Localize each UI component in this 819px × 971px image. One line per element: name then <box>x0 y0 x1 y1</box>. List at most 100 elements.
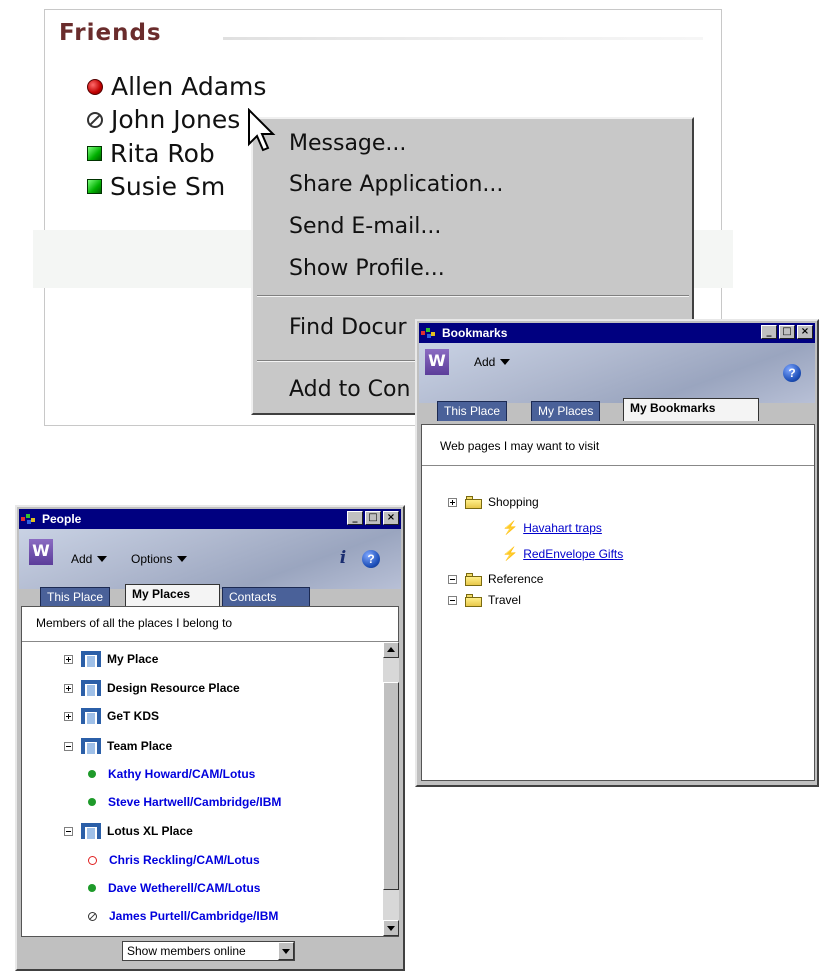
status-online-icon <box>88 884 96 892</box>
place-building-icon <box>81 651 101 667</box>
link-label[interactable]: Havahart traps <box>523 521 602 535</box>
tab-my-places[interactable]: My Places <box>125 584 220 607</box>
expand-icon[interactable] <box>64 683 73 693</box>
status-red-icon <box>87 78 103 95</box>
options-menu-button[interactable]: Options <box>131 552 188 566</box>
expand-icon[interactable] <box>64 654 73 664</box>
options-label: Options <box>131 552 173 566</box>
tree-folder-shopping[interactable]: Shopping <box>448 495 539 509</box>
tree-place-team-place[interactable]: Team Place <box>64 738 172 754</box>
collapse-icon[interactable] <box>448 595 457 605</box>
app-logo-icon <box>421 326 439 340</box>
bookmark-link[interactable]: ⚡ Havahart traps <box>502 520 602 536</box>
scroll-up-button[interactable] <box>383 642 399 658</box>
info-icon[interactable]: i <box>332 548 354 568</box>
expand-icon[interactable] <box>64 711 73 721</box>
friend-item[interactable]: Susie Sm <box>87 172 225 201</box>
friend-name: Rita Rob <box>110 139 215 168</box>
link-label[interactable]: RedEnvelope Gifts <box>523 547 623 561</box>
friend-item[interactable]: John Jones <box>87 105 240 134</box>
place-label: My Place <box>107 652 159 666</box>
collapse-icon[interactable] <box>64 741 73 751</box>
maximize-button[interactable]: □ <box>365 511 381 525</box>
member-name[interactable]: Chris Reckling/CAM/Lotus <box>109 853 260 867</box>
member-item[interactable]: Dave Wetherell/CAM/Lotus <box>88 881 260 895</box>
tab-this-place[interactable]: This Place <box>40 587 111 607</box>
menu-item-send-email[interactable]: Send E-mail... <box>289 214 441 239</box>
expand-icon[interactable] <box>448 497 457 507</box>
minimize-button[interactable]: _ <box>761 325 777 339</box>
menu-item-find-documents[interactable]: Find Docur <box>289 315 407 340</box>
collapse-icon[interactable] <box>448 574 457 584</box>
chevron-down-icon[interactable] <box>278 942 294 960</box>
place-building-icon <box>81 738 101 754</box>
friend-name: Allen Adams <box>111 72 267 101</box>
place-building-icon <box>81 708 101 724</box>
people-description: Members of all the places I belong to <box>36 616 233 630</box>
maximize-button[interactable]: □ <box>779 325 795 339</box>
bookmarks-toolbar: W Add ? This Place My Places My Bookmark… <box>419 343 815 421</box>
scroll-thumb[interactable] <box>383 682 399 890</box>
menu-item-show-profile[interactable]: Show Profile... <box>289 256 445 281</box>
menu-item-share-application[interactable]: Share Application... <box>289 172 503 197</box>
add-label: Add <box>474 355 496 369</box>
lightning-icon: ⚡ <box>502 546 519 561</box>
friend-item[interactable]: Rita Rob <box>87 139 215 168</box>
tab-this-place[interactable]: This Place <box>437 401 508 421</box>
minimize-button[interactable]: _ <box>347 511 363 525</box>
add-menu-button[interactable]: Add <box>474 355 511 369</box>
menu-separator <box>257 295 689 297</box>
member-item[interactable]: James Purtell/Cambridge/IBM <box>88 909 278 923</box>
status-online-icon <box>88 798 96 806</box>
bookmark-link[interactable]: ⚡ RedEnvelope Gifts <box>502 546 623 562</box>
close-button[interactable]: × <box>383 511 399 525</box>
select-value: Show members online <box>127 944 246 958</box>
member-item[interactable]: Kathy Howard/CAM/Lotus <box>88 767 255 781</box>
tab-my-places[interactable]: My Places <box>531 401 601 421</box>
place-building-icon <box>81 823 101 839</box>
chevron-down-icon <box>97 556 108 562</box>
member-name[interactable]: Dave Wetherell/CAM/Lotus <box>108 881 260 895</box>
folder-label: Reference <box>488 572 544 586</box>
help-icon[interactable]: ? <box>362 550 380 568</box>
add-menu-button[interactable]: Add <box>71 552 108 566</box>
friend-item[interactable]: Allen Adams <box>87 72 266 101</box>
vertical-scrollbar[interactable] <box>383 642 399 936</box>
workplace-logo-icon: W <box>425 349 449 375</box>
members-filter-select[interactable]: Show members online <box>122 941 295 961</box>
tree-place-my-place[interactable]: My Place <box>64 651 158 667</box>
workplace-logo-icon: W <box>29 539 53 565</box>
member-item[interactable]: Steve Hartwell/Cambridge/IBM <box>88 795 281 809</box>
tree-folder-travel[interactable]: Travel <box>448 593 521 607</box>
menu-item-message[interactable]: Message... <box>289 131 406 156</box>
menu-item-add-to-contacts[interactable]: Add to Con <box>289 377 410 402</box>
collapse-icon[interactable] <box>64 826 73 836</box>
chevron-down-icon <box>500 359 511 365</box>
people-titlebar[interactable]: People _ □ × <box>19 509 401 529</box>
place-label: Team Place <box>107 739 173 753</box>
app-logo-icon <box>21 512 39 526</box>
divider <box>22 641 398 642</box>
close-button[interactable]: × <box>797 325 813 339</box>
tab-my-bookmarks[interactable]: My Bookmarks <box>623 398 759 421</box>
member-name[interactable]: Kathy Howard/CAM/Lotus <box>108 767 255 781</box>
member-name[interactable]: James Purtell/Cambridge/IBM <box>109 909 278 923</box>
scroll-down-button[interactable] <box>383 920 399 936</box>
bookmarks-description: Web pages I may want to visit <box>440 439 600 453</box>
bookmarks-titlebar[interactable]: Bookmarks _ □ × <box>419 323 815 343</box>
window-title: People <box>42 512 82 526</box>
tree-place-design-resource[interactable]: Design Resource Place <box>64 680 240 696</box>
tree-place-lotus-xl[interactable]: Lotus XL Place <box>64 823 193 839</box>
status-away-icon <box>87 111 103 128</box>
tree-folder-reference[interactable]: Reference <box>448 572 543 586</box>
friend-name: John Jones <box>111 105 241 134</box>
status-online-icon <box>87 179 102 194</box>
tree-place-get-kds[interactable]: GeT KDS <box>64 708 159 724</box>
member-name[interactable]: Steve Hartwell/Cambridge/IBM <box>108 795 281 809</box>
help-icon[interactable]: ? <box>783 364 801 382</box>
folder-open-icon <box>465 495 483 509</box>
member-item[interactable]: Chris Reckling/CAM/Lotus <box>88 853 260 867</box>
friends-title: Friends <box>59 20 162 46</box>
divider <box>422 465 814 466</box>
tab-contacts[interactable]: Contacts <box>222 587 310 607</box>
